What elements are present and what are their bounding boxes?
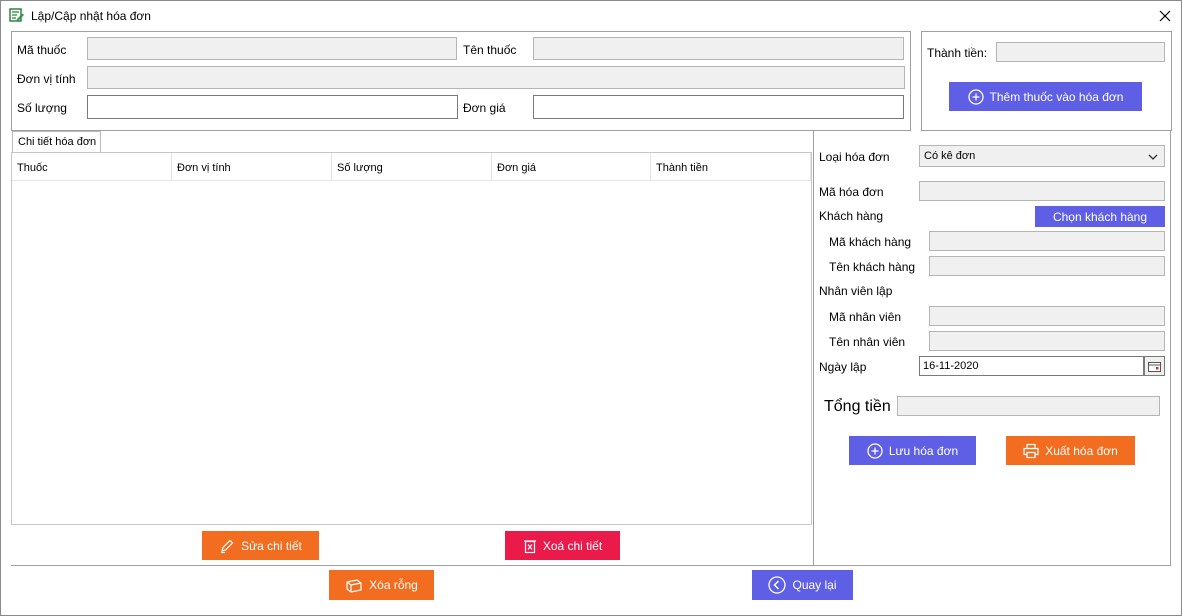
- so-luong-value: [88, 95, 96, 113]
- ma-nhan-vien-field[interactable]: [929, 306, 1165, 326]
- don-gia-input[interactable]: [533, 95, 904, 119]
- ma-khach-hang-field[interactable]: [929, 231, 1165, 251]
- clear-button[interactable]: Xóa rỗng: [329, 570, 434, 600]
- tong-tien-field[interactable]: [897, 396, 1160, 416]
- export-invoice-label: Xuất hóa đơn: [1045, 443, 1118, 458]
- plus-circle-icon: [967, 88, 984, 105]
- clear-label: Xóa rỗng: [369, 578, 418, 592]
- ngay-lap-date-picker[interactable]: 16-11-2020: [919, 356, 1144, 376]
- pencil-icon: [221, 539, 234, 553]
- tab-label: Chi tiết hóa đơn: [18, 136, 97, 148]
- right-panel-left-border: [813, 131, 814, 565]
- ma-nhan-vien-label: Mã nhân viên: [829, 310, 902, 324]
- save-invoice-label: Lưu hóa đơn: [888, 443, 959, 458]
- calendar-button[interactable]: [1144, 356, 1165, 376]
- edit-detail-label: Sửa chi tiết: [241, 538, 302, 553]
- loai-hoa-don-label: Loại hóa đơn: [819, 150, 890, 164]
- ma-hoa-don-value: [920, 181, 928, 199]
- ten-nhan-vien-field[interactable]: [929, 331, 1165, 351]
- ten-thuoc-field[interactable]: [533, 37, 904, 60]
- don-gia-value: [534, 95, 542, 113]
- window-title: Lập/Cập nhật hóa đơn: [31, 9, 151, 23]
- ten-nhan-vien-value: [930, 331, 938, 349]
- chevron-down-icon: [1148, 154, 1158, 160]
- add-drug-button[interactable]: Thêm thuốc vào hóa đơn: [949, 82, 1142, 111]
- ma-hoa-don-label: Mã hóa đơn: [819, 185, 884, 199]
- nhan-vien-lap-label: Nhân viên lập: [819, 284, 893, 298]
- choose-customer-button[interactable]: Chọn khách hàng: [1035, 206, 1165, 227]
- save-invoice-button[interactable]: Lưu hóa đơn: [849, 436, 976, 465]
- loai-hoa-don-value: Có kê đơn: [924, 150, 976, 162]
- thanh-tien-field[interactable]: [996, 42, 1165, 62]
- so-luong-input[interactable]: [87, 95, 458, 119]
- footer-separator: [11, 565, 1171, 566]
- tong-tien-value: [898, 396, 906, 414]
- ma-thuoc-value: [88, 37, 96, 55]
- tong-tien-label: Tổng tiền: [824, 398, 891, 415]
- ma-hoa-don-field[interactable]: [919, 181, 1165, 201]
- delete-detail-button[interactable]: Xoá chi tiết: [505, 531, 620, 560]
- ma-nhan-vien-value: [930, 306, 938, 324]
- thanh-tien-value: [997, 42, 1005, 60]
- ten-khach-hang-value: [930, 256, 938, 274]
- column-header-don-vi-tinh[interactable]: Đơn vị tính: [172, 153, 332, 181]
- printer-icon: [1023, 443, 1039, 458]
- khach-hang-label: Khách hàng: [819, 209, 884, 223]
- eraser-icon: [346, 579, 362, 593]
- ma-khach-hang-value: [930, 231, 938, 249]
- don-vi-tinh-label: Đơn vị tính: [17, 72, 76, 86]
- ma-thuoc-label: Mã thuốc: [17, 43, 67, 57]
- don-vi-tinh-value: [88, 66, 96, 84]
- ten-khach-hang-label: Tên khách hàng: [829, 260, 916, 274]
- column-header-thuoc[interactable]: Thuốc: [12, 153, 172, 181]
- choose-customer-label: Chọn khách hàng: [1052, 209, 1148, 224]
- thanh-tien-label: Thành tiền:: [927, 46, 988, 60]
- close-button[interactable]: [1152, 4, 1178, 28]
- ma-thuoc-field[interactable]: [87, 37, 457, 60]
- close-icon: [1159, 10, 1171, 22]
- right-panel-right-border: [1170, 131, 1171, 565]
- back-button[interactable]: Quay lại: [752, 570, 853, 600]
- ten-thuoc-label: Tên thuốc: [463, 43, 517, 57]
- column-header-so-luong[interactable]: Số lượng: [332, 153, 492, 181]
- ma-khach-hang-label: Mã khách hàng: [829, 235, 912, 249]
- invoice-details-grid[interactable]: Thuốc Đơn vị tính Số lượng Đơn giá Thành…: [11, 152, 812, 525]
- calendar-icon: [1148, 361, 1161, 372]
- ten-nhan-vien-label: Tên nhân viên: [829, 335, 906, 349]
- ten-thuoc-value: [534, 37, 542, 55]
- chevron-left-circle-icon: [768, 576, 787, 594]
- delete-detail-label: Xoá chi tiết: [542, 538, 603, 553]
- export-invoice-button[interactable]: Xuất hóa đơn: [1006, 436, 1135, 465]
- column-header-thanh-tien[interactable]: Thành tiền: [651, 153, 811, 181]
- ngay-lap-value: 16-11-2020: [923, 360, 979, 372]
- don-gia-label: Đơn giá: [463, 101, 506, 115]
- ngay-lap-label: Ngày lập: [819, 360, 867, 374]
- don-vi-tinh-field[interactable]: [87, 66, 905, 89]
- title-bar: Lập/Cập nhật hóa đơn: [0, 0, 1182, 32]
- add-drug-label: Thêm thuốc vào hóa đơn: [989, 89, 1124, 104]
- so-luong-label: Số lượng: [17, 101, 67, 115]
- invoice-edit-icon: [9, 8, 25, 23]
- trash-icon: [523, 539, 536, 553]
- edit-detail-button[interactable]: Sửa chi tiết: [202, 531, 319, 560]
- back-label: Quay lại: [792, 578, 837, 592]
- ten-khach-hang-field[interactable]: [929, 256, 1165, 276]
- tab-chi-tiet-hoa-don[interactable]: Chi tiết hóa đơn: [12, 131, 101, 153]
- plus-circle-icon: [867, 442, 883, 459]
- loai-hoa-don-select[interactable]: Có kê đơn: [919, 145, 1165, 167]
- column-header-don-gia[interactable]: Đơn giá: [492, 153, 651, 181]
